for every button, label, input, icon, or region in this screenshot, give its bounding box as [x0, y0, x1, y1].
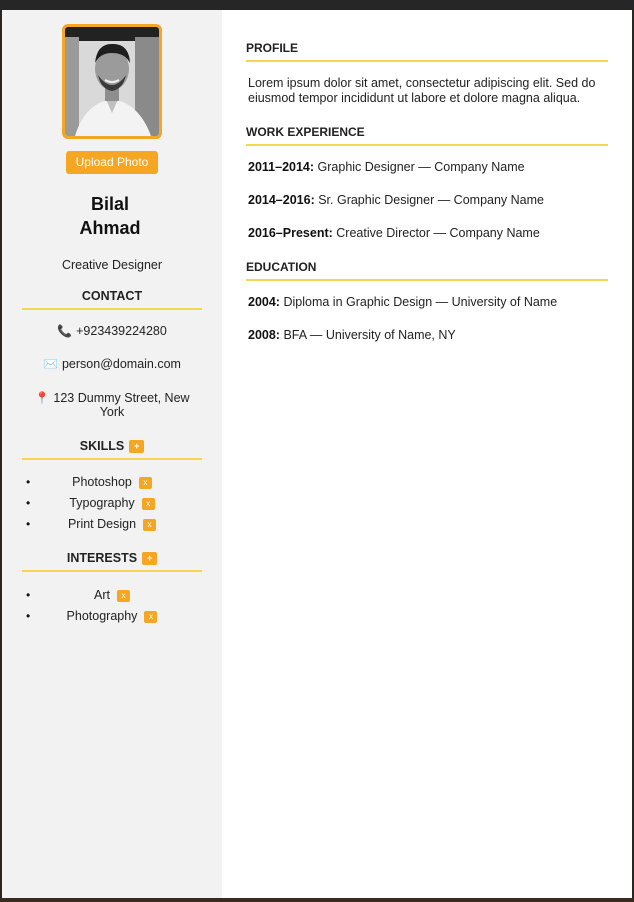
job-title: Creative Designer: [61, 258, 163, 272]
interests-heading: INTERESTS +: [22, 551, 202, 573]
education-entry: 2008: BFA — University of Name, NY: [248, 328, 610, 342]
work-detail: Sr. Graphic Designer — Company Name: [318, 193, 544, 207]
list-item: • Photoshop x: [12, 472, 212, 493]
address-line-2: York: [99, 405, 125, 419]
work-experience-heading: WORK EXPERIENCE: [246, 125, 608, 146]
list-item: • Art x: [12, 585, 212, 606]
phone-text: +923439224280: [76, 324, 167, 338]
list-item: • Print Design x: [12, 514, 212, 535]
contact-address: 📍 123 Dummy Street, New York: [12, 391, 212, 419]
address-line-1: 123 Dummy Street, New: [53, 391, 190, 405]
work-entry: 2016–Present: Creative Director — Compan…: [248, 226, 610, 240]
profile-photo[interactable]: [62, 24, 162, 139]
top-bar: [0, 0, 634, 10]
bullet: •: [26, 517, 31, 531]
work-entry: 2011–2014: Graphic Designer — Company Na…: [248, 160, 610, 174]
skill-label: Photoshop: [72, 475, 132, 489]
skill-label: Print Design: [67, 517, 137, 531]
remove-skill-button[interactable]: x: [143, 518, 157, 531]
pin-icon: 📍: [34, 391, 50, 405]
email-text: person@domain.com: [61, 357, 181, 371]
bottom-bar: [0, 898, 634, 902]
last-name: Ahmad: [79, 218, 141, 238]
remove-skill-button[interactable]: x: [138, 476, 152, 489]
skill-label: Typography: [69, 496, 135, 510]
interests-heading-label: INTERESTS: [66, 551, 138, 565]
sidebar: Upload Photo Bilal Ahmad Creative Design…: [2, 10, 222, 898]
work-detail: Creative Director — Company Name: [336, 226, 540, 240]
education-year: 2004:: [248, 295, 280, 309]
bullet: •: [26, 496, 31, 510]
work-period: 2016–Present:: [248, 226, 333, 240]
list-item: • Typography x: [12, 493, 212, 514]
profile-photo-image: [65, 27, 159, 136]
work-detail: Graphic Designer — Company Name: [317, 160, 525, 174]
resume-page: Upload Photo Bilal Ahmad Creative Design…: [2, 10, 632, 898]
contact-phone: 📞 +923439224280: [12, 324, 212, 338]
work-period: 2014–2016:: [248, 193, 315, 207]
interests-list: • Art x • Photography x: [12, 585, 212, 627]
skills-heading: SKILLS +: [22, 439, 202, 461]
interest-label: Art: [94, 588, 110, 602]
education-entry: 2004: Diploma in Graphic Design — Univer…: [248, 295, 610, 309]
remove-skill-button[interactable]: x: [141, 497, 155, 510]
skills-heading-label: SKILLS: [79, 439, 125, 453]
add-skill-button[interactable]: +: [129, 440, 145, 454]
remove-interest-button[interactable]: x: [144, 610, 158, 623]
profile-heading: PROFILE: [246, 41, 608, 62]
education-year: 2008:: [248, 328, 280, 342]
education-detail: Diploma in Graphic Design — University o…: [283, 295, 558, 309]
bullet: •: [26, 475, 31, 489]
work-entry: 2014–2016: Sr. Graphic Designer — Compan…: [248, 193, 610, 207]
main-content: PROFILE Lorem ipsum dolor sit amet, cons…: [222, 10, 632, 898]
skills-list: • Photoshop x • Typography x • Print Design x: [12, 472, 212, 535]
bullet: •: [26, 609, 31, 623]
bullet: •: [26, 588, 31, 602]
work-period: 2011–2014:: [248, 160, 315, 174]
add-interest-button[interactable]: +: [142, 552, 158, 566]
envelope-icon: ✉️: [43, 357, 58, 371]
contact-heading: CONTACT: [22, 289, 202, 310]
first-name: Bilal: [90, 194, 129, 214]
contact-email: ✉️ person@domain.com: [12, 357, 212, 371]
education-detail: BFA — University of Name, NY: [283, 328, 456, 342]
interest-label: Photography: [66, 609, 138, 623]
profile-text: Lorem ipsum dolor sit amet, consectetur …: [248, 76, 596, 105]
list-item: • Photography x: [12, 606, 212, 627]
remove-interest-button[interactable]: x: [116, 589, 130, 602]
phone-icon: 📞: [57, 324, 73, 338]
upload-photo-button[interactable]: Upload Photo: [66, 151, 158, 174]
education-heading: EDUCATION: [246, 260, 608, 281]
contact-heading-label: CONTACT: [81, 289, 143, 303]
